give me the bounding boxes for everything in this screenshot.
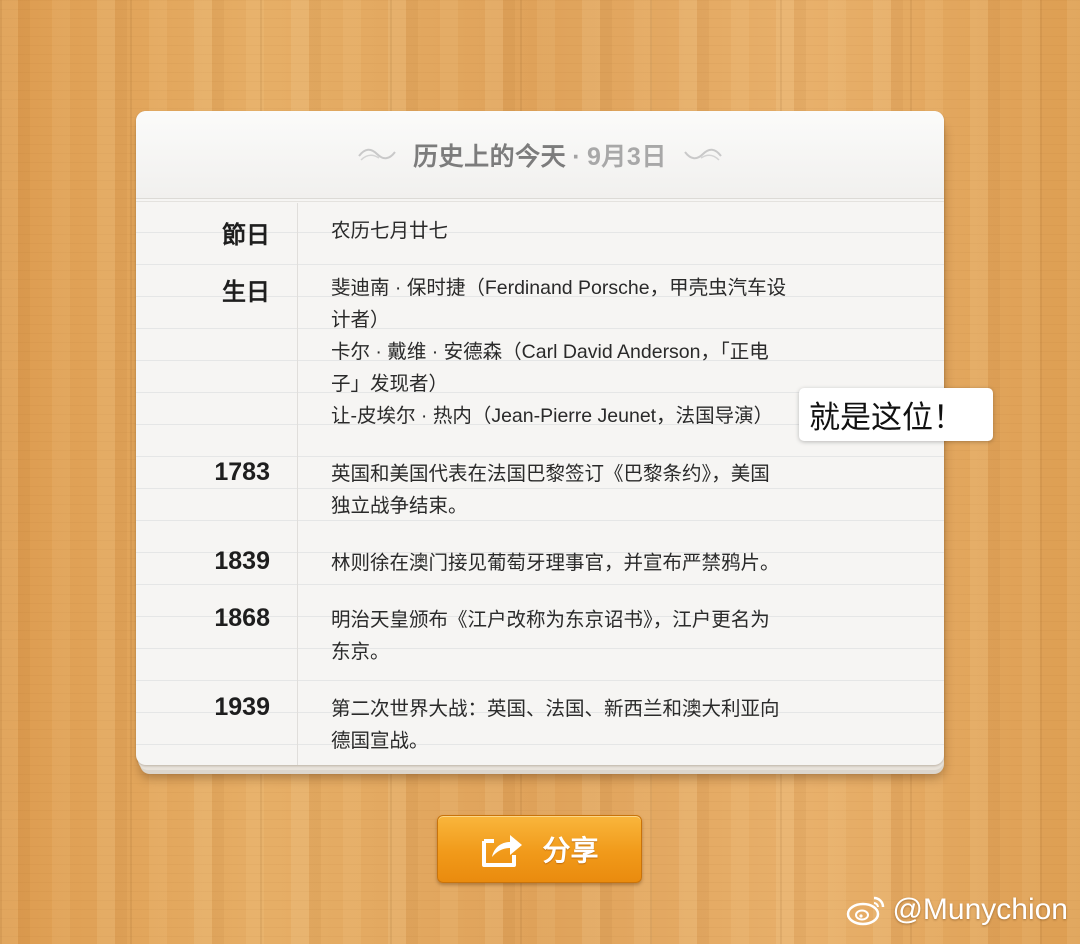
column-divider: [297, 203, 298, 765]
row-line: 卡尔 · 戴维 · 安德森（Carl David Anderson，「正电: [331, 341, 769, 363]
row-text: 林则徐在澳门接见葡萄牙理事官，并宣布严禁鸦片。: [331, 547, 831, 579]
watermark-text: @Munychion: [892, 893, 1068, 926]
card-header: 历史上的今天 · 9月3日: [136, 111, 944, 202]
row-text: 斐迪南 · 保时捷（Ferdinand Porsche，甲壳虫汽车设 计者） 卡…: [331, 272, 831, 432]
annotation-text: 就是这位！: [809, 400, 964, 436]
row-line: 英国和美国代表在法国巴黎签订《巴黎条约》，美国: [331, 463, 770, 485]
right-swirl-icon: [684, 148, 722, 161]
row-line: 明治天皇颁布《江户改称为东京诏书》，江户更名为: [331, 609, 770, 631]
title-separator: ·: [572, 142, 582, 171]
row-line: 农历七月廿七: [331, 220, 449, 242]
row-line: 斐迪南 · 保时捷（Ferdinand Porsche，甲壳虫汽车设: [331, 277, 787, 299]
row-line: 子」发现者）: [331, 373, 449, 395]
row-text: 英国和美国代表在法国巴黎签订《巴黎条约》，美国 独立战争结束。: [331, 458, 831, 522]
row-line: 让-皮埃尔 · 热内（Jean-Pierre Jeunet，法国导演）: [331, 405, 774, 427]
share-icon: [482, 835, 523, 867]
title-text: 历史上的今天: [413, 142, 567, 171]
row-line: 计者）: [331, 309, 390, 331]
share-button[interactable]: 分享: [437, 815, 642, 883]
row-line: 德国宣战。: [331, 730, 429, 752]
row-line: 东京。: [331, 641, 390, 663]
title-date: 9月3日: [587, 142, 667, 171]
row-label: 生日: [222, 279, 270, 306]
row-label: 節日: [222, 222, 270, 249]
page-title: 历史上的今天 · 9月3日: [413, 137, 667, 173]
row-text: 第二次世界大战：英国、法国、新西兰和澳大利亚向 德国宣战。: [331, 693, 831, 757]
row-text: 农历七月廿七: [331, 215, 831, 247]
annotation-sticker: 就是这位！: [799, 388, 993, 441]
row-line: 独立战争结束。: [331, 495, 468, 517]
row-line: 第二次世界大战：英国、法国、新西兰和澳大利亚向: [331, 698, 780, 720]
row-label: 1783: [214, 458, 270, 486]
row-label: 1868: [214, 604, 270, 632]
row-line: 林则徐在澳门接见葡萄牙理事官，并宣布严禁鸦片。: [331, 552, 780, 574]
left-swirl-icon: [358, 148, 396, 161]
share-button-label: 分享: [542, 834, 599, 867]
weibo-icon: [847, 896, 885, 926]
row-label: 1939: [214, 693, 270, 721]
watermark: @Munychion: [846, 893, 1068, 927]
row-text: 明治天皇颁布《江户改称为东京诏书》，江户更名为 东京。: [331, 604, 831, 668]
row-label: 1839: [214, 547, 270, 575]
